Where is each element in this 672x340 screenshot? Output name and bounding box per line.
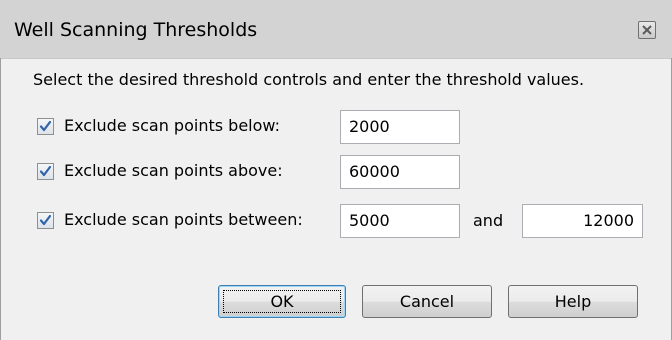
exclude-between-checkbox[interactable] bbox=[37, 212, 54, 229]
close-button[interactable] bbox=[638, 21, 656, 39]
exclude-between-low-input[interactable]: 5000 bbox=[340, 204, 460, 238]
exclude-between-high-input[interactable]: 12000 bbox=[522, 204, 643, 238]
exclude-above-checkbox[interactable] bbox=[37, 163, 54, 180]
cancel-button-label: Cancel bbox=[399, 292, 455, 311]
and-label: and bbox=[473, 211, 504, 230]
checkmark-icon bbox=[39, 120, 52, 132]
exclude-below-input[interactable]: 2000 bbox=[340, 110, 460, 144]
focus-rectangle bbox=[223, 290, 341, 313]
exclude-below-label[interactable]: Exclude scan points below: bbox=[64, 116, 280, 135]
title-bar[interactable]: Well Scanning Thresholds bbox=[0, 0, 672, 59]
help-button[interactable]: Help bbox=[508, 285, 638, 318]
cancel-button[interactable]: Cancel bbox=[362, 285, 492, 318]
threshold-dialog: Well Scanning Thresholds Select the desi… bbox=[0, 0, 672, 340]
exclude-above-input[interactable]: 60000 bbox=[340, 155, 460, 189]
close-icon bbox=[642, 25, 652, 35]
exclude-below-checkbox[interactable] bbox=[37, 118, 54, 135]
checkmark-icon bbox=[39, 214, 52, 226]
help-button-label: Help bbox=[554, 292, 592, 311]
dialog-border-left bbox=[0, 58, 1, 340]
exclude-between-label[interactable]: Exclude scan points between: bbox=[64, 210, 303, 229]
exclude-above-label[interactable]: Exclude scan points above: bbox=[64, 161, 283, 180]
checkmark-icon bbox=[39, 165, 52, 177]
instruction-text: Select the desired threshold controls an… bbox=[33, 70, 585, 89]
ok-button[interactable]: OK bbox=[218, 285, 346, 318]
window-title: Well Scanning Thresholds bbox=[14, 19, 258, 41]
